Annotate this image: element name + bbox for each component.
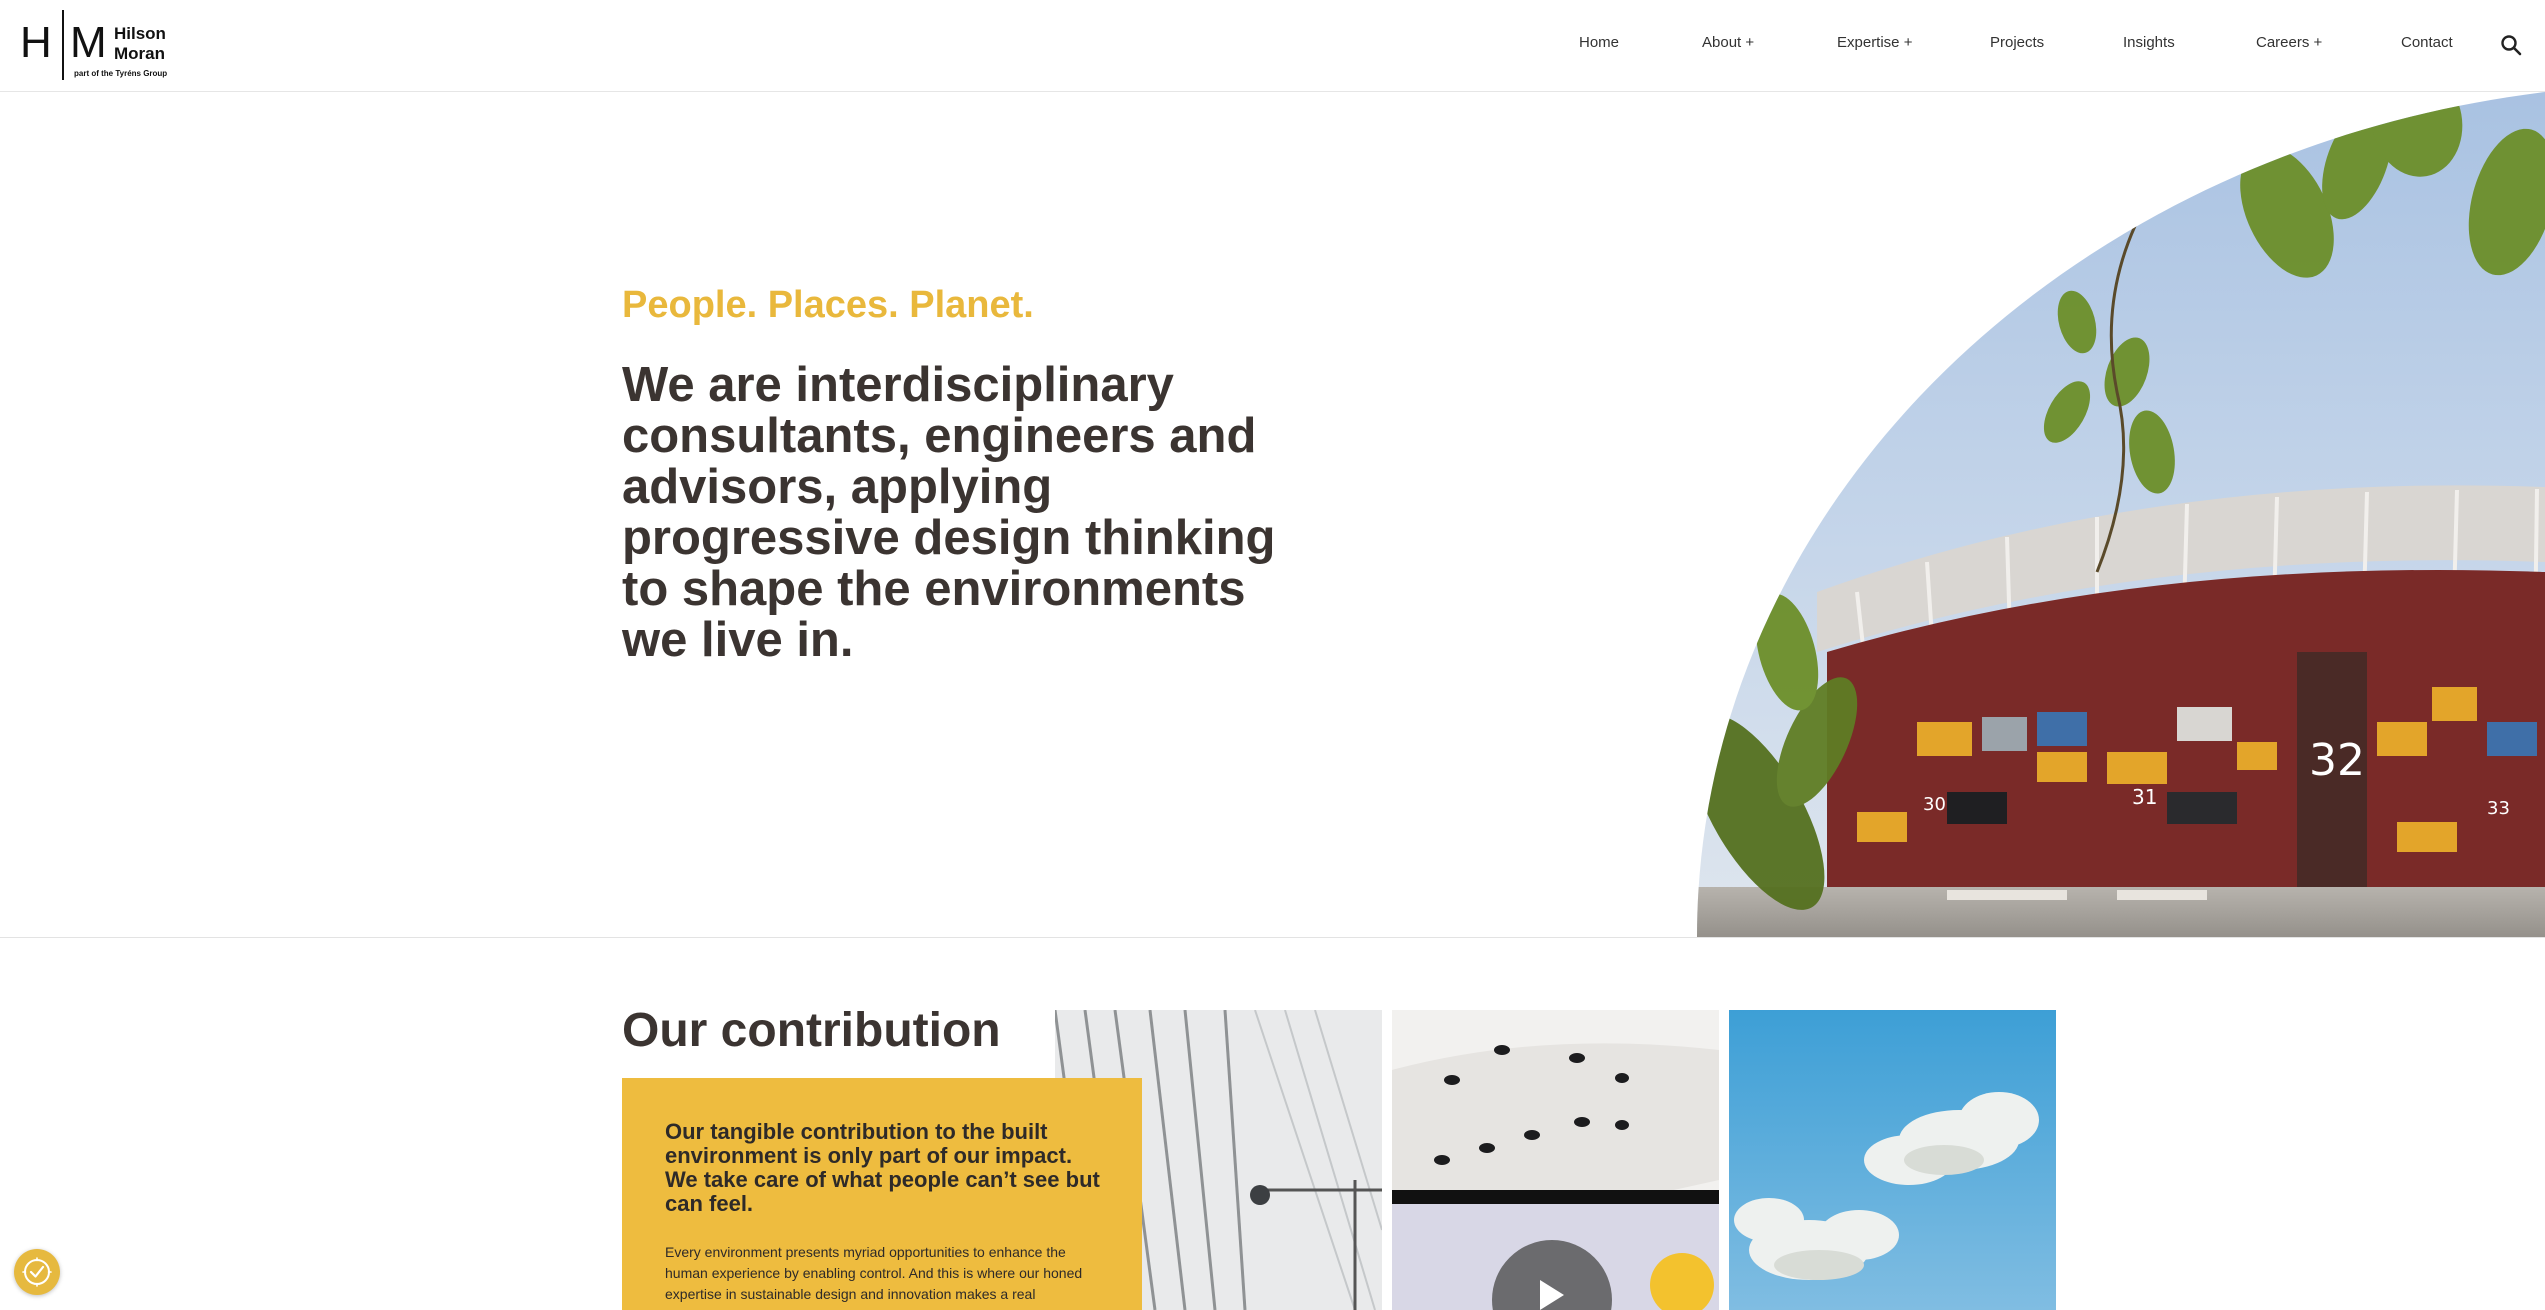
nav-about[interactable]: About +	[1702, 34, 1754, 51]
nav-careers[interactable]: Careers +	[2256, 34, 2322, 51]
nav-insights[interactable]: Insights	[2123, 34, 2175, 51]
search-icon[interactable]	[2500, 34, 2522, 56]
logo-subline: part of the Tyréns Group	[74, 69, 168, 78]
interior-video-tile[interactable]	[1392, 1010, 1719, 1310]
svg-text:31: 31	[2132, 785, 2157, 809]
hero-tagline: People. Places. Planet.	[622, 284, 1034, 326]
stadium-hero-image: 30 31 32 33	[1697, 92, 2545, 937]
nav-contact[interactable]: Contact	[2401, 34, 2453, 51]
cookie-settings-button[interactable]	[14, 1249, 60, 1295]
nav-home[interactable]: Home	[1579, 34, 1619, 51]
logo-name-line2: Moran	[114, 44, 165, 63]
hilson-moran-logo[interactable]: H M Hilson Moran part of the Tyréns Grou…	[20, 8, 180, 84]
logo-letter-h: H	[20, 18, 52, 67]
logo-divider	[62, 10, 64, 80]
contribution-body: Every environment presents myriad opport…	[665, 1244, 1083, 1310]
hero-section: 30 31 32 33 People. Places. Planet. We a…	[0, 92, 2545, 938]
contribution-card: Our tangible contribution to the built e…	[622, 1078, 1142, 1310]
contribution-heading: Our tangible contribution to the built e…	[665, 1119, 1100, 1216]
nav-expertise[interactable]: Expertise +	[1837, 34, 1912, 51]
svg-text:33: 33	[2487, 798, 2510, 819]
nav-projects[interactable]: Projects	[1990, 34, 2044, 51]
site-header: H M Hilson Moran part of the Tyréns Grou…	[0, 0, 2545, 92]
svg-text:30: 30	[1923, 794, 1946, 815]
sky-image-tile[interactable]	[1729, 1010, 2056, 1310]
svg-text:32: 32	[2309, 735, 2365, 786]
hero-headline: We are interdisciplinary consultants, en…	[622, 358, 1276, 667]
contribution-title: Our contribution	[622, 1004, 1001, 1057]
logo-letter-m: M	[70, 18, 107, 67]
logo-name-line1: Hilson	[114, 24, 166, 43]
cookie-settings-icon	[22, 1257, 52, 1287]
